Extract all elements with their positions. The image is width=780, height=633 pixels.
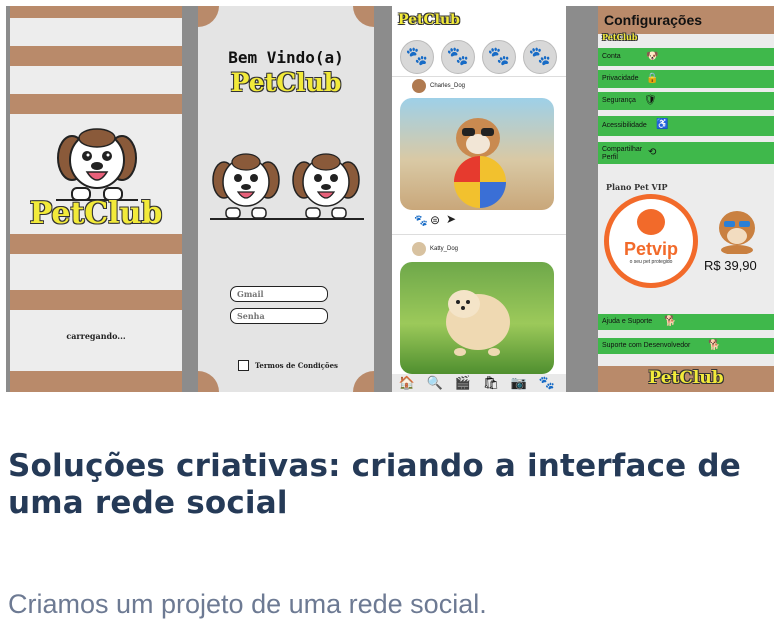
corner-decor — [198, 371, 219, 392]
brand-logo: PetClub — [230, 68, 342, 97]
brand-logo: PetClub — [29, 196, 163, 231]
login-screen: Bem Vindo(a) PetClub Gmail Senha Termos … — [198, 6, 374, 392]
post-image[interactable] — [400, 262, 554, 374]
share-icon[interactable]: ➤ — [446, 212, 456, 226]
petvip-brand: Petvip — [623, 239, 679, 259]
settings-row-label: Conta — [602, 53, 621, 60]
settings-row-label: Acessibilidade — [602, 122, 647, 129]
story-avatar[interactable]: 🐾 — [523, 40, 557, 74]
splash-screen: PetClub carregando... — [10, 6, 182, 392]
dog-icon: 🐶 — [646, 51, 659, 62]
settings-row-label: Ajuda e Suporte — [602, 318, 653, 325]
petvip-logo[interactable]: Petvip o seu pet protegido — [604, 194, 698, 288]
corner-decor — [353, 6, 374, 27]
lock-icon: 🔒 — [646, 73, 659, 84]
settings-row-security[interactable]: Segurança 🛡 — [598, 92, 774, 110]
post-username[interactable]: Charles_Dog — [430, 83, 465, 89]
settings-row-label: Segurança — [602, 97, 636, 104]
petvip-tagline: o seu pet protegido — [629, 259, 673, 265]
settings-row-help[interactable]: Ajuda e Suporte 🐕 — [598, 314, 774, 330]
welcome-title: Bem Vindo(a) — [228, 48, 344, 67]
settings-row-label: Compartilhar Perfil — [602, 146, 643, 161]
article-subtext: Criamos um projeto de uma rede social. — [8, 589, 487, 619]
video-icon[interactable]: 🎬 — [452, 375, 474, 391]
story-avatar[interactable]: 🐾 — [482, 40, 516, 74]
email-field[interactable] — [230, 286, 328, 302]
stripe — [10, 234, 182, 254]
plan-price: R$ 39,90 — [704, 258, 757, 273]
settings-row-dev-support[interactable]: Suporte com Desenvolvedor 🐕 — [598, 338, 774, 354]
home-icon[interactable]: 🏠 — [396, 375, 418, 391]
search-icon[interactable]: 🔍 — [424, 375, 446, 391]
paw-react-icon[interactable]: 🐾 — [414, 214, 428, 227]
brand-logo: PetClub — [648, 368, 724, 388]
stripe — [10, 290, 182, 310]
settings-row-label: Suporte com Desenvolvedor — [602, 342, 691, 349]
two-dogs-illustration — [210, 153, 364, 220]
stripe — [10, 94, 182, 114]
camera-icon[interactable]: 📷 — [508, 375, 530, 391]
post-avatar[interactable] — [412, 242, 426, 256]
stripe — [10, 46, 182, 66]
corner-decor — [353, 371, 374, 392]
story-avatar[interactable]: 🐾 — [441, 40, 475, 74]
password-field[interactable] — [230, 308, 328, 324]
paw-icon: 🐾 — [446, 46, 470, 66]
settings-row-share-profile[interactable]: Compartilhar Perfil ⟲ — [598, 142, 774, 164]
post-image[interactable] — [400, 98, 554, 210]
support-dog-icon: 🐕 — [664, 316, 677, 327]
post-avatar[interactable] — [412, 79, 426, 93]
brand-logo: PetClub — [398, 12, 460, 28]
terms-label: Termos de Condições — [255, 361, 338, 370]
dog-with-sunglasses-icon — [719, 211, 755, 254]
shop-bag-icon[interactable]: 🛍 — [480, 375, 502, 391]
comment-icon[interactable]: ⊜ — [430, 213, 440, 227]
paw-icon: 🐾 — [487, 46, 511, 66]
mockup-strip: PetClub carregando... Bem Vindo(a) PetCl… — [6, 6, 774, 392]
developer-dog-icon: 🐕 — [708, 340, 721, 351]
story-avatar[interactable]: 🐾 — [400, 40, 434, 74]
shield-icon: 🛡 — [644, 95, 657, 106]
accessibility-icon: ♿ — [656, 119, 669, 130]
divider — [392, 234, 566, 235]
dog-logo-icon — [56, 128, 138, 201]
plan-title: Plano Pet VIP — [606, 182, 668, 192]
loading-text: carregando... — [66, 331, 126, 341]
paw-icon: 🐾 — [528, 46, 552, 66]
feed-screen: PetClub 🐾 🐾 🐾 🐾 Charles_Dog 🐾 ⊜ ➤ Katty_… — [392, 6, 566, 392]
stripe — [10, 6, 182, 18]
settings-row-account[interactable]: Conta 🐶 — [598, 48, 774, 66]
article-headline: Soluções criativas: criando a interface … — [8, 448, 741, 521]
settings-title: Configurações — [604, 12, 703, 28]
brand-logo: PetClub — [602, 32, 638, 42]
settings-row-label: Privacidade — [602, 75, 639, 82]
paw-icon: 🐾 — [405, 46, 429, 66]
terms-checkbox[interactable] — [238, 360, 249, 371]
petvip-dog-icon — [637, 209, 665, 235]
divider — [392, 76, 566, 77]
share-icon: ⟲ — [648, 147, 657, 158]
stripe — [10, 371, 182, 392]
dog-with-ball-photo-icon — [454, 118, 506, 208]
corner-decor — [198, 6, 219, 27]
settings-row-accessibility[interactable]: Acessibilidade ♿ — [598, 116, 774, 136]
settings-screen: Configurações PetClub Conta 🐶 Privacidad… — [598, 6, 774, 392]
pomeranian-photo-icon — [446, 290, 510, 356]
settings-row-privacy[interactable]: Privacidade 🔒 — [598, 70, 774, 88]
post-username[interactable]: Katty_Dog — [430, 246, 458, 252]
paw-icon[interactable]: 🐾 — [536, 375, 558, 391]
